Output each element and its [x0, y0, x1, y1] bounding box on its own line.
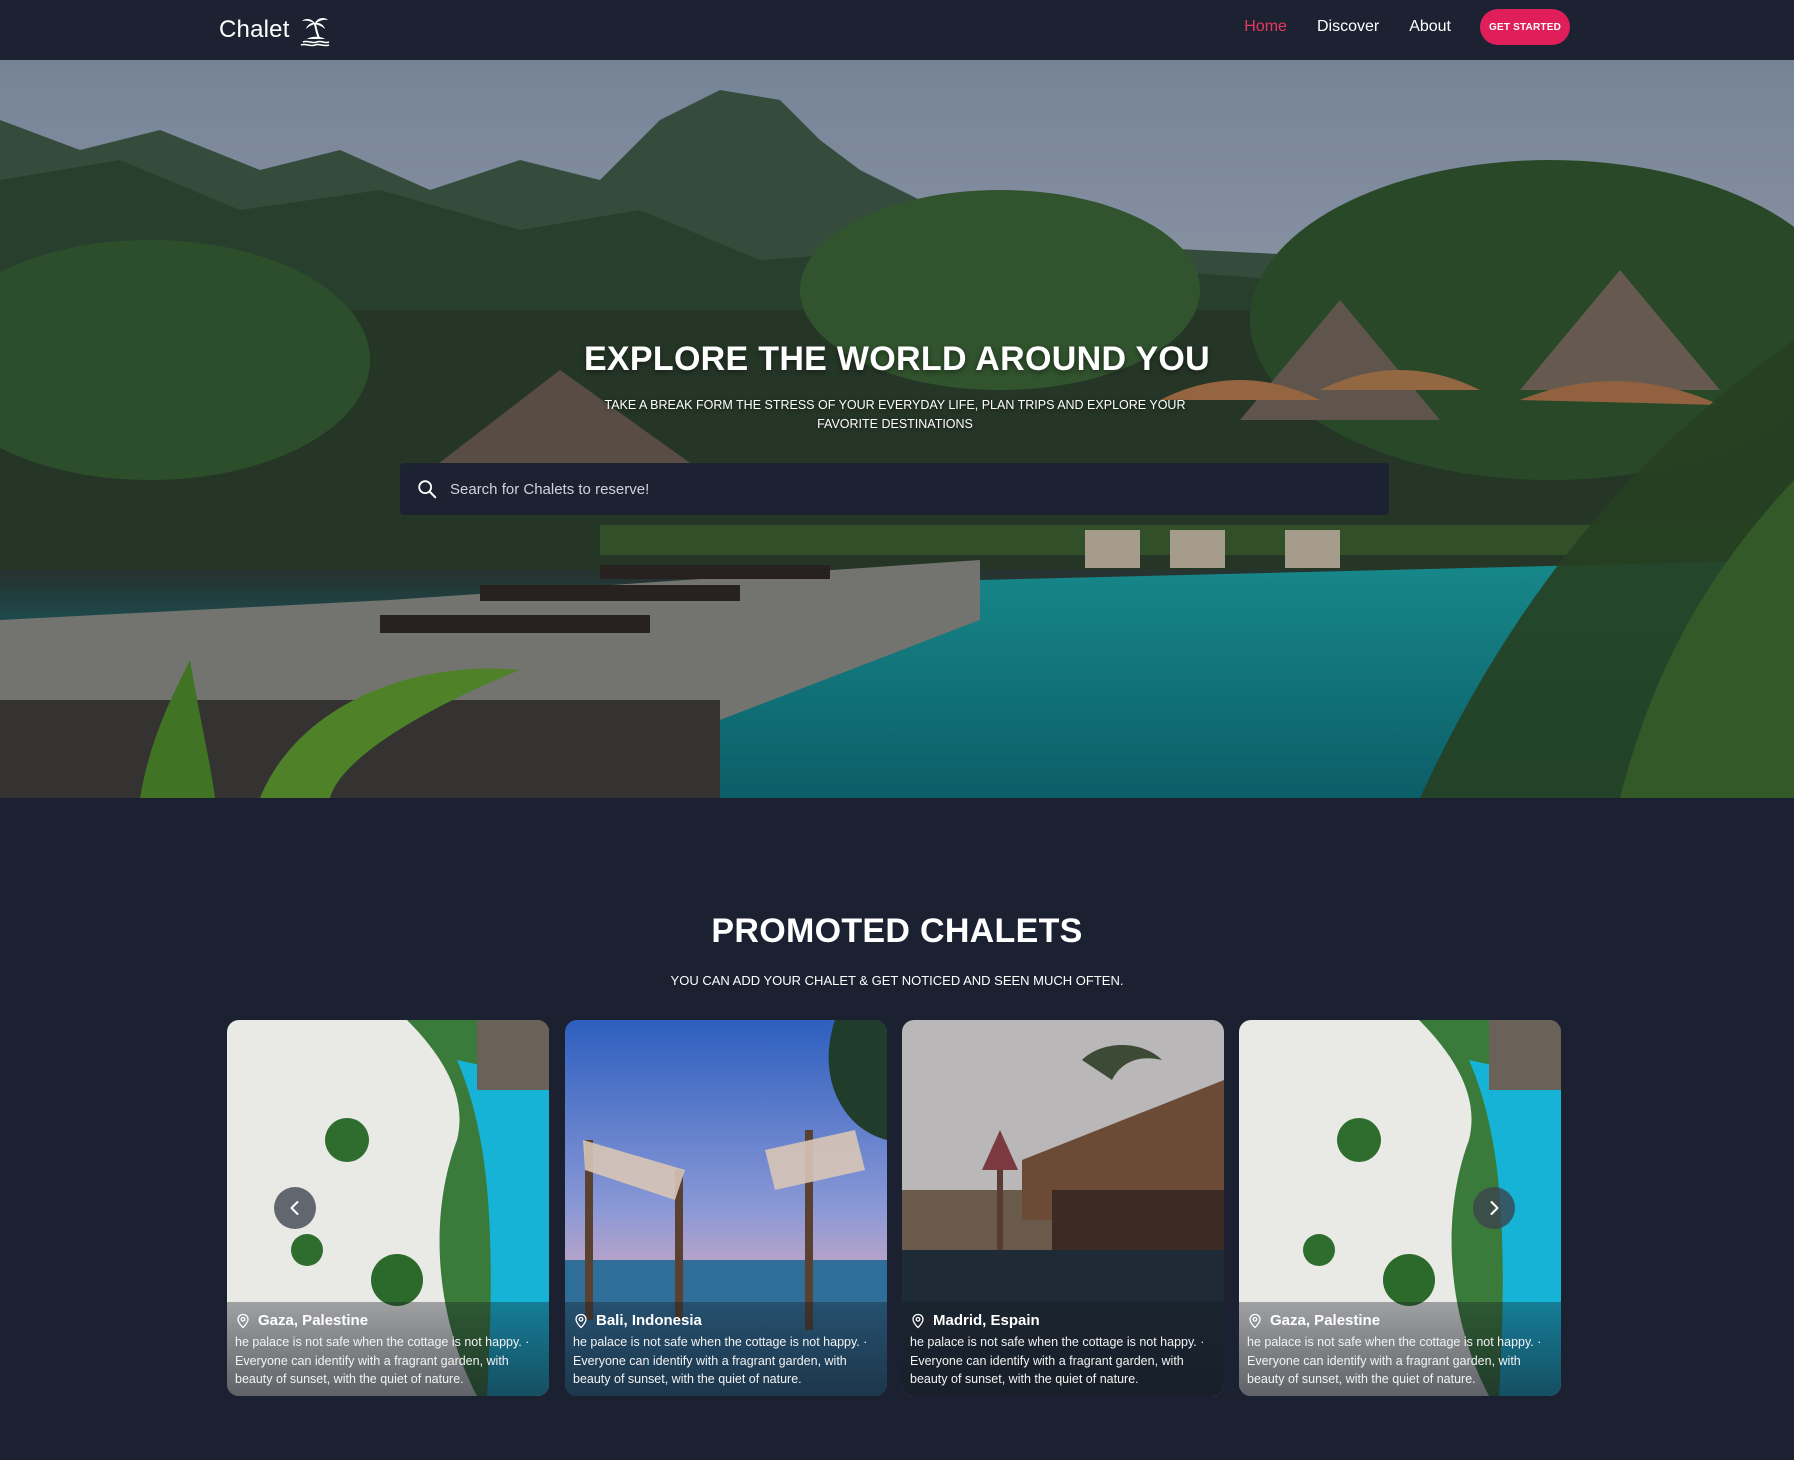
- promoted-subtitle: YOU CAN ADD YOUR CHALET & GET NOTICED AN…: [670, 973, 1124, 988]
- nav-link-home[interactable]: Home: [1244, 18, 1287, 36]
- brand-logo[interactable]: Chalet: [219, 10, 332, 50]
- location-pin-icon: [912, 1313, 924, 1328]
- nav-link-about[interactable]: About: [1409, 18, 1451, 36]
- hero-title: EXPLORE THE WORLD AROUND YOU: [583, 340, 1211, 378]
- card-location: Gaza, Palestine: [1247, 1312, 1553, 1329]
- card-info: Gaza, Palestine he palace is not safe wh…: [227, 1302, 549, 1396]
- card-info: Madrid, Espain he palace is not safe whe…: [902, 1302, 1224, 1396]
- card-location-label: Gaza, Palestine: [1270, 1312, 1381, 1329]
- palm-island-icon: [300, 18, 329, 47]
- card-location: Bali, Indonesia: [573, 1312, 879, 1329]
- nav-links: Home Discover About: [1214, 10, 1451, 44]
- location-pin-icon: [1249, 1313, 1261, 1328]
- carousel-prev-button[interactable]: [274, 1187, 316, 1229]
- card-location-label: Madrid, Espain: [933, 1312, 1040, 1329]
- card-info: Bali, Indonesia he palace is not safe wh…: [565, 1302, 887, 1396]
- chevron-left-icon: [290, 1201, 299, 1215]
- search-input[interactable]: [450, 480, 1350, 498]
- card-location-label: Bali, Indonesia: [596, 1312, 702, 1329]
- card-info: Gaza, Palestine he palace is not safe wh…: [1239, 1302, 1561, 1396]
- promoted-title: PROMOTED CHALETS: [711, 912, 1083, 950]
- chevron-right-icon: [1490, 1201, 1499, 1215]
- chalet-card-bali[interactable]: Bali, Indonesia he palace is not safe wh…: [565, 1020, 887, 1396]
- card-location: Madrid, Espain: [910, 1312, 1216, 1329]
- navbar: Chalet Home Discover About GET STARTED: [0, 0, 1794, 60]
- location-pin-icon: [237, 1313, 249, 1328]
- promoted-carousel: Gaza, Palestine he palace is not safe wh…: [227, 1020, 1563, 1396]
- hero-banner: EXPLORE THE WORLD AROUND YOU TAKE A BREA…: [0, 60, 1794, 798]
- card-description: he palace is not safe when the cottage i…: [910, 1335, 1205, 1386]
- card-location: Gaza, Palestine: [235, 1312, 541, 1329]
- card-description: he palace is not safe when the cottage i…: [573, 1335, 868, 1386]
- brand-name: Chalet: [219, 16, 290, 43]
- search-bar[interactable]: [400, 463, 1389, 515]
- card-location-label: Gaza, Palestine: [258, 1312, 369, 1329]
- get-started-button[interactable]: GET STARTED: [1480, 9, 1570, 45]
- search-icon: [418, 480, 437, 499]
- location-pin-icon: [575, 1313, 587, 1328]
- card-description: he palace is not safe when the cottage i…: [1247, 1335, 1542, 1386]
- carousel-next-button[interactable]: [1473, 1187, 1515, 1229]
- chalet-card-madrid[interactable]: Madrid, Espain he palace is not safe whe…: [902, 1020, 1224, 1396]
- hero-subtitle: TAKE A BREAK FORM THE STRESS OF YOUR EVE…: [604, 398, 1186, 431]
- card-description: he palace is not safe when the cottage i…: [235, 1335, 530, 1386]
- nav-link-discover[interactable]: Discover: [1317, 18, 1379, 36]
